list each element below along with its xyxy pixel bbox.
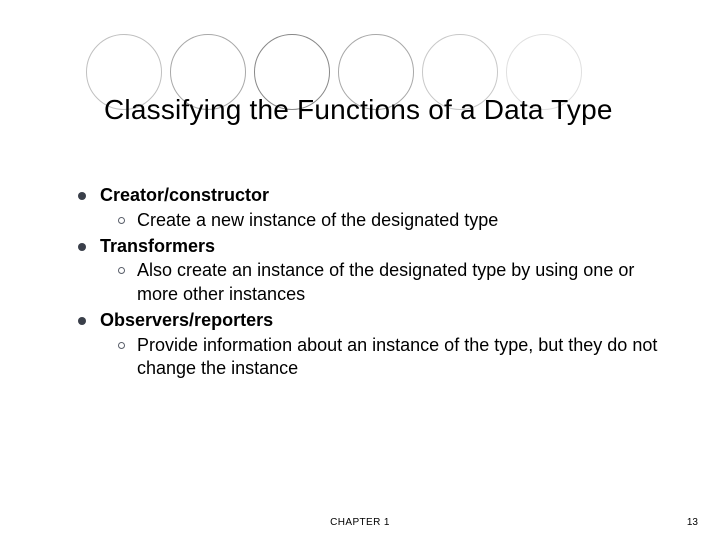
slide-body: Creator/constructor Create a new instanc… — [78, 184, 658, 383]
footer-chapter: CHAPTER 1 — [0, 517, 720, 528]
hollow-bullet-icon — [118, 267, 125, 274]
sub-list-item: Provide information about an instance of… — [118, 334, 658, 382]
sub-list-item: Create a new instance of the designated … — [118, 209, 658, 233]
bullet-icon — [78, 317, 86, 325]
list-item: Creator/constructor Create a new instanc… — [78, 184, 658, 233]
sub-list-item: Also create an instance of the designate… — [118, 259, 658, 307]
footer-page-number: 13 — [687, 517, 698, 528]
item-description: Provide information about an instance of… — [137, 334, 658, 382]
item-description: Create a new instance of the designated … — [137, 209, 658, 233]
item-label: Observers/reporters — [100, 309, 658, 333]
item-description: Also create an instance of the designate… — [137, 259, 658, 307]
list-item: Transformers Also create an instance of … — [78, 235, 658, 307]
list-item: Observers/reporters Provide information … — [78, 309, 658, 381]
hollow-bullet-icon — [118, 217, 125, 224]
slide-title: Classifying the Functions of a Data Type — [104, 94, 613, 126]
item-label: Transformers — [100, 235, 658, 259]
bullet-icon — [78, 192, 86, 200]
item-label: Creator/constructor — [100, 184, 658, 208]
bullet-icon — [78, 243, 86, 251]
hollow-bullet-icon — [118, 342, 125, 349]
